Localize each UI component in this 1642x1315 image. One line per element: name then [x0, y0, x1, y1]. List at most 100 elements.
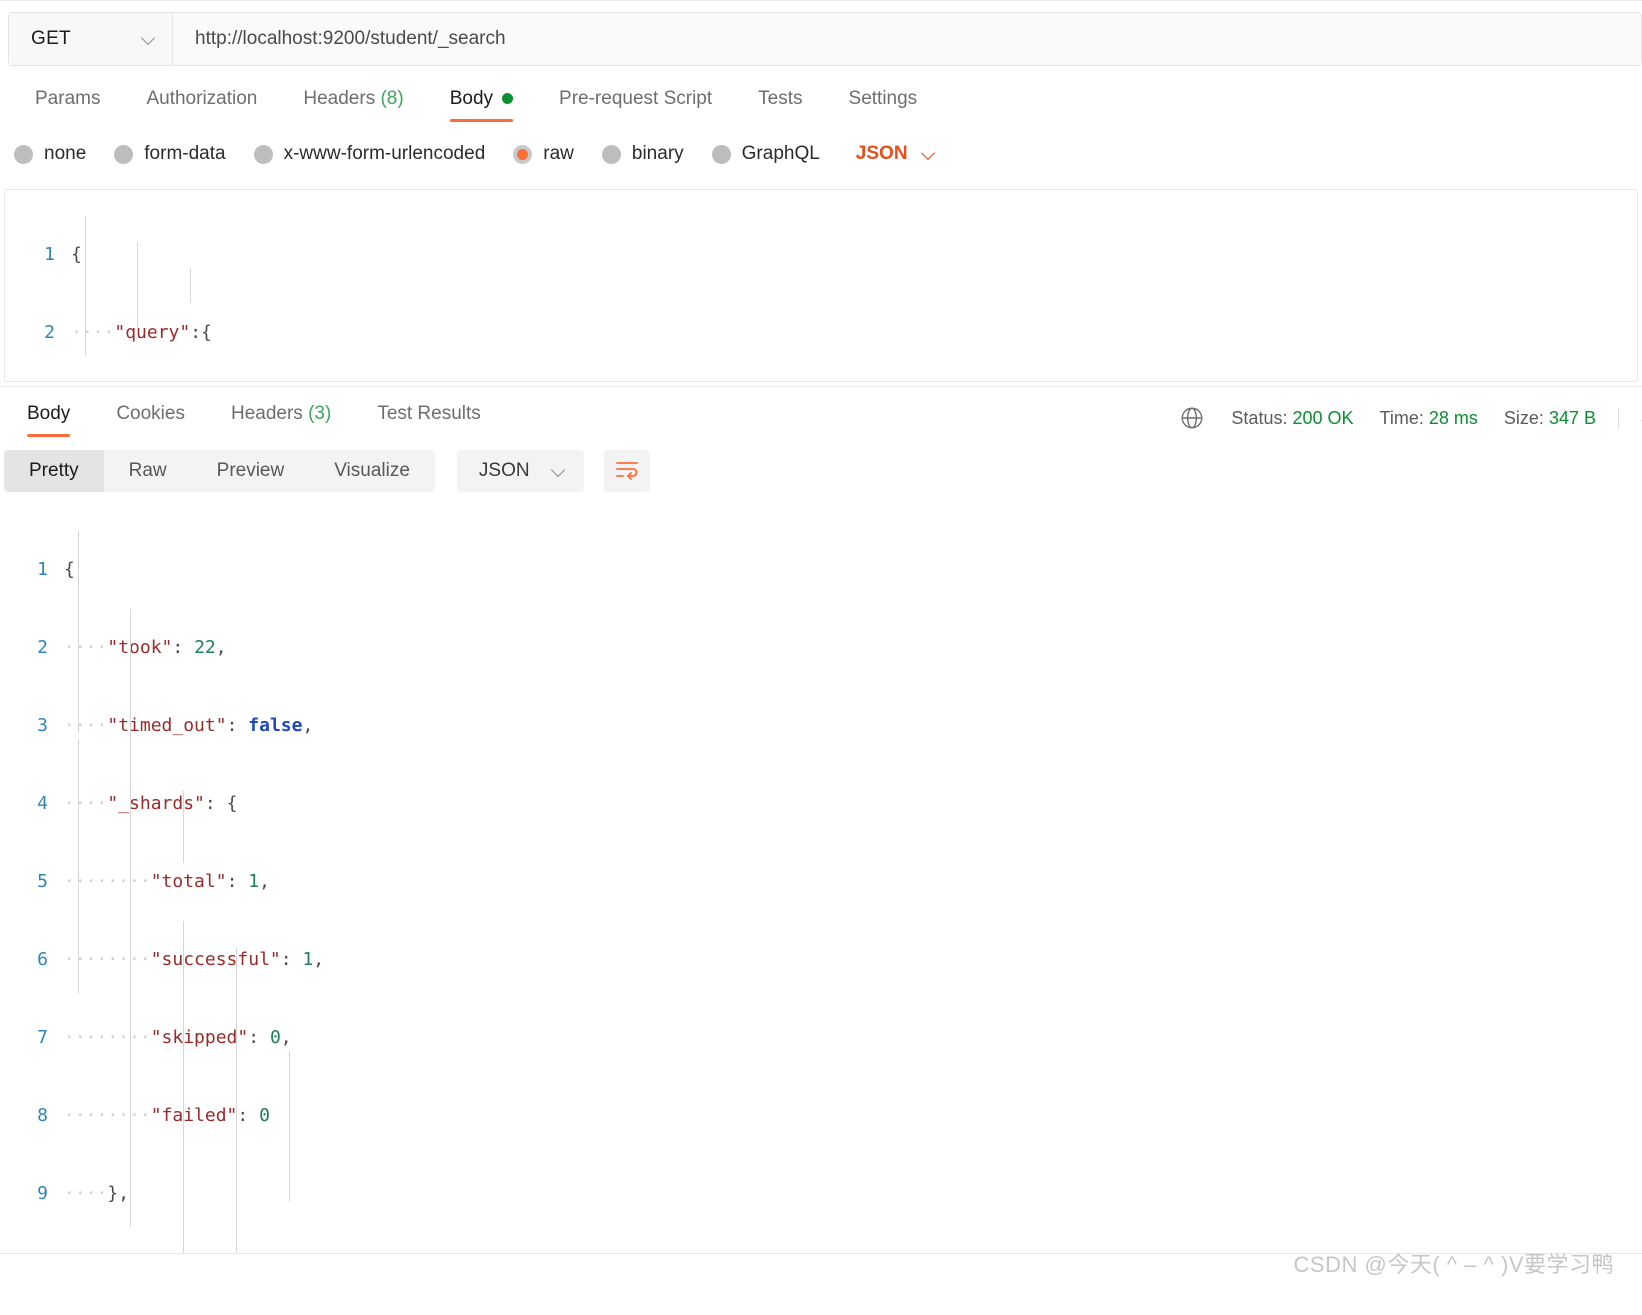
code-line: 8 ········"failed": 0	[0, 1103, 1642, 1129]
tab-label: Pre-request Script	[559, 88, 713, 109]
tab-body[interactable]: Body	[427, 84, 536, 122]
status-group: Status: 200 OK	[1231, 408, 1353, 429]
tab-params[interactable]: Params	[12, 84, 123, 122]
radio-raw[interactable]: raw	[513, 143, 574, 165]
radio-x-www-form-urlencoded[interactable]: x-www-form-urlencoded	[253, 143, 486, 165]
radio-none[interactable]: none	[14, 143, 86, 165]
view-mode-visualize[interactable]: Visualize	[309, 450, 435, 492]
code-line: 9 ····},	[0, 1181, 1642, 1207]
status-value: 200 OK	[1292, 407, 1354, 428]
tab-tests[interactable]: Tests	[735, 84, 825, 122]
http-method-label: GET	[31, 28, 71, 49]
save-response-button[interactable]: Sa	[1618, 407, 1642, 429]
tab-pre-request-script[interactable]: Pre-request Script	[536, 84, 735, 122]
response-tab-body[interactable]: Body	[4, 399, 93, 437]
radio-label: none	[44, 143, 87, 164]
code-line: 6 ········"successful": 1,	[0, 947, 1642, 973]
line-content: ····"took": 22,	[64, 637, 227, 658]
tab-label: Tests	[758, 88, 803, 109]
line-content: {	[71, 244, 82, 265]
line-content: ····},	[64, 1183, 130, 1204]
tab-label: Headers	[303, 88, 376, 109]
time-value: 28 ms	[1428, 407, 1478, 428]
tab-label: Authorization	[146, 88, 258, 109]
size-group: Size: 347 B	[1504, 408, 1596, 429]
line-number: 1	[37, 559, 48, 580]
tab-headers[interactable]: Headers (8)	[280, 84, 426, 122]
response-format-label: JSON	[478, 460, 530, 481]
tab-label: Settings	[848, 88, 918, 109]
line-number: 1	[44, 244, 55, 265]
radio-graphql[interactable]: GraphQL	[711, 143, 820, 165]
request-url-input[interactable]	[173, 13, 1641, 65]
line-number: 4	[37, 793, 48, 814]
radio-label: binary	[631, 143, 684, 164]
response-tab-headers[interactable]: Headers (3)	[208, 399, 354, 437]
response-format-dropdown[interactable]: JSON	[456, 450, 584, 492]
response-meta: Status: 200 OK Time: 28 ms Size: 347 B S…	[1179, 396, 1642, 440]
code-line: 4 ····"_shards": {	[0, 791, 1642, 817]
line-number: 8	[37, 1105, 48, 1126]
radio-label: x-www-form-urlencoded	[283, 143, 486, 164]
response-tab-test-results[interactable]: Test Results	[354, 399, 503, 437]
line-content: ········"skipped": 0,	[64, 1027, 292, 1048]
content-type-label: JSON	[855, 143, 908, 164]
radio-label: GraphQL	[741, 143, 820, 164]
http-method-dropdown[interactable]: GET	[9, 13, 173, 65]
response-tab-cookies[interactable]: Cookies	[93, 399, 208, 437]
body-type-radio-group: none form-data x-www-form-urlencoded raw…	[0, 133, 1642, 175]
top-divider	[0, 0, 1642, 1]
url-bar: GET	[8, 12, 1642, 66]
line-number: 7	[37, 1027, 48, 1048]
radio-icon	[114, 144, 134, 164]
response-headers-count: (3)	[308, 403, 332, 424]
content-type-dropdown[interactable]: JSON	[856, 143, 936, 165]
line-number: 9	[37, 1183, 48, 1204]
code-line: 5 ········"total": 1,	[0, 869, 1642, 895]
line-content: ····"_shards": {	[64, 793, 238, 814]
chevron-down-icon	[142, 32, 156, 46]
line-number: 3	[37, 715, 48, 736]
line-content: ········"successful": 1,	[64, 949, 325, 970]
tab-settings[interactable]: Settings	[826, 84, 941, 122]
radio-icon	[711, 144, 731, 164]
line-number: 5	[37, 871, 48, 892]
postman-window: GET Params Authorization Headers (8) Bod…	[0, 0, 1642, 1315]
size-label: Size:	[1503, 407, 1544, 428]
request-body-editor[interactable]: 1{ 2····"query":{ 3········"match":{ 4··…	[4, 189, 1638, 382]
line-content: ····"timed_out": false,	[64, 715, 314, 736]
line-content: ········"failed": 0	[64, 1105, 270, 1126]
view-mode-raw[interactable]: Raw	[104, 450, 192, 492]
request-tab-bar: Params Authorization Headers (8) Body Pr…	[0, 82, 1642, 124]
view-mode-pretty[interactable]: Pretty	[4, 450, 104, 492]
wrap-text-button[interactable]	[603, 450, 650, 492]
tab-label: Cookies	[116, 403, 185, 424]
radio-binary[interactable]: binary	[601, 143, 684, 165]
view-mode-preview[interactable]: Preview	[192, 450, 310, 492]
globe-icon	[1179, 405, 1205, 431]
chevron-down-icon	[922, 147, 936, 161]
code-line: 1{	[0, 557, 1642, 583]
tab-authorization[interactable]: Authorization	[123, 84, 280, 122]
line-content: {	[64, 559, 75, 580]
line-number: 2	[44, 322, 55, 343]
wrap-text-icon	[614, 458, 640, 485]
line-number: 6	[37, 949, 48, 970]
response-divider	[0, 386, 1642, 387]
request-code: 1{ 2····"query":{ 3········"match":{ 4··…	[5, 190, 1637, 381]
size-value: 347 B	[1548, 407, 1596, 428]
response-toolbar: Pretty Raw Preview Visualize JSON	[4, 450, 650, 492]
radio-form-data[interactable]: form-data	[114, 143, 226, 165]
status-label: Status:	[1231, 407, 1288, 428]
csdn-watermark: CSDN @今天( ^ – ^ )V要学习鸭	[1293, 1252, 1614, 1277]
view-mode-label: Visualize	[334, 460, 410, 481]
time-label: Time:	[1379, 407, 1424, 428]
view-mode-label: Preview	[216, 460, 285, 481]
radio-icon	[14, 144, 33, 164]
response-code: 1{ 2 ····"took": 22, 3 ····"timed_out": fa…	[0, 505, 1642, 1253]
radio-icon-selected	[513, 144, 533, 164]
code-line: 2 ····"took": 22,	[0, 635, 1642, 661]
line-content: ····"query":{	[71, 322, 212, 343]
radio-icon	[253, 144, 273, 164]
response-body-viewer[interactable]: 1{ 2 ····"took": 22, 3 ····"timed_out": fa…	[0, 505, 1642, 1253]
